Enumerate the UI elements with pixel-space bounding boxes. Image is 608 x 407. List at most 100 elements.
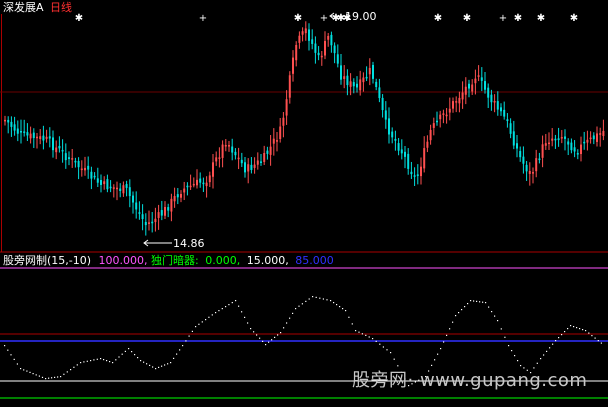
indicator-dot bbox=[289, 317, 291, 319]
candle-body bbox=[250, 164, 253, 170]
indicator-dot bbox=[549, 347, 551, 349]
indicator-dot bbox=[66, 371, 68, 373]
candle-body bbox=[384, 110, 387, 120]
candle-body bbox=[512, 131, 515, 146]
indicator-dot bbox=[555, 340, 557, 342]
candle-body bbox=[224, 145, 227, 147]
indicator-dot bbox=[13, 358, 15, 360]
indicator-dot bbox=[268, 341, 270, 343]
candle-body bbox=[103, 181, 106, 185]
candle-body bbox=[228, 145, 230, 147]
candle-body bbox=[503, 109, 506, 117]
indicator-dot bbox=[231, 302, 233, 304]
candle-body bbox=[71, 158, 74, 160]
candle-body bbox=[317, 52, 320, 56]
candle-body bbox=[68, 157, 70, 159]
indicator-dot bbox=[152, 366, 154, 368]
indicator-dot bbox=[86, 360, 88, 362]
indicator-dot bbox=[73, 366, 75, 368]
indicator-dot bbox=[564, 331, 566, 333]
candle-body bbox=[340, 65, 342, 80]
candle-body bbox=[330, 34, 333, 46]
indicator-value-85: 85.000 bbox=[295, 254, 334, 267]
candle-body bbox=[592, 135, 595, 140]
candle-body bbox=[381, 97, 384, 111]
candle-body bbox=[362, 77, 365, 83]
candle-body bbox=[164, 207, 166, 216]
indicator-dot bbox=[322, 298, 324, 300]
stock-name[interactable]: 深发展A bbox=[3, 1, 44, 14]
candle-body bbox=[180, 193, 182, 198]
indicator-dot bbox=[182, 345, 184, 347]
indicator-dot bbox=[351, 323, 353, 325]
indicator-dot bbox=[238, 305, 240, 307]
indicator-dot bbox=[137, 357, 139, 359]
candle-body bbox=[391, 131, 394, 138]
candle-body bbox=[586, 139, 589, 143]
candle-body bbox=[484, 81, 486, 90]
candle-body bbox=[20, 131, 22, 133]
indicator-dot bbox=[390, 352, 392, 354]
candle-body bbox=[10, 121, 13, 127]
stock-chart-canvas[interactable]: ✱ + ✱ + ✱✱✱ ✱ ✱ + ✱ ✱ ✱ 19.00 14.86 bbox=[0, 0, 608, 407]
indicator-dot bbox=[26, 370, 28, 372]
indicator-dot bbox=[336, 304, 338, 306]
candle-body bbox=[125, 184, 128, 188]
indicator-dot bbox=[191, 330, 193, 332]
candle-body bbox=[116, 187, 118, 190]
indicator-dot bbox=[259, 337, 261, 339]
candle-body bbox=[141, 214, 144, 220]
indicator-dot bbox=[365, 334, 367, 336]
indicator-dot bbox=[312, 296, 314, 298]
candle-body bbox=[253, 164, 256, 168]
candle-body bbox=[292, 57, 294, 74]
candle-body bbox=[212, 162, 214, 177]
candle-body bbox=[468, 83, 470, 89]
star-signal-icon: ✱ bbox=[75, 13, 83, 24]
indicator-dot bbox=[201, 321, 203, 323]
indicator-dot bbox=[488, 306, 490, 308]
star-signal-icon: ✱ bbox=[434, 13, 442, 24]
indicator-dot bbox=[158, 366, 160, 368]
candle-body bbox=[423, 148, 426, 169]
indicator-dot bbox=[523, 367, 525, 369]
candle-body bbox=[77, 160, 80, 168]
candle-body bbox=[282, 117, 285, 126]
indicator-dot bbox=[446, 334, 448, 336]
indicator-dot bbox=[348, 316, 350, 318]
high-price-label: 19.00 bbox=[345, 10, 377, 23]
candle-body bbox=[500, 107, 502, 112]
candle-body bbox=[397, 143, 400, 151]
indicator-dot bbox=[170, 362, 172, 364]
indicator-name[interactable]: 股旁网制(15,-10) bbox=[3, 254, 91, 267]
candle-body bbox=[183, 188, 186, 193]
indicator-dot bbox=[143, 361, 145, 363]
indicator-dot bbox=[262, 340, 264, 342]
indicator-dot bbox=[600, 342, 602, 344]
indicator-value-15: 15.000, bbox=[246, 254, 289, 267]
candle-body bbox=[269, 146, 272, 155]
period-label[interactable]: 日线 bbox=[50, 1, 72, 14]
cross-signal-icon: + bbox=[499, 13, 507, 24]
candle-body bbox=[378, 87, 381, 99]
candle-body bbox=[452, 101, 454, 109]
candle-body bbox=[548, 142, 550, 145]
candle-body bbox=[394, 138, 397, 141]
indicator-label-dumen: 独门暗器: bbox=[151, 254, 199, 267]
candle-body bbox=[148, 222, 150, 224]
indicator-dot bbox=[382, 346, 384, 348]
indicator-dot bbox=[511, 350, 513, 352]
indicator-dot bbox=[10, 354, 12, 356]
indicator-dot bbox=[591, 335, 593, 337]
indicator-dot bbox=[292, 312, 294, 314]
indicator-dot bbox=[326, 299, 328, 301]
indicator-dot bbox=[173, 357, 175, 359]
candle-body bbox=[202, 182, 205, 185]
indicator-dot bbox=[176, 353, 178, 355]
indicator-dot bbox=[244, 316, 246, 318]
indicator-dot bbox=[330, 300, 332, 302]
indicator-dot bbox=[149, 364, 151, 366]
indicator-dot bbox=[83, 361, 85, 363]
candle-body bbox=[279, 126, 282, 140]
candle-body bbox=[231, 146, 234, 153]
